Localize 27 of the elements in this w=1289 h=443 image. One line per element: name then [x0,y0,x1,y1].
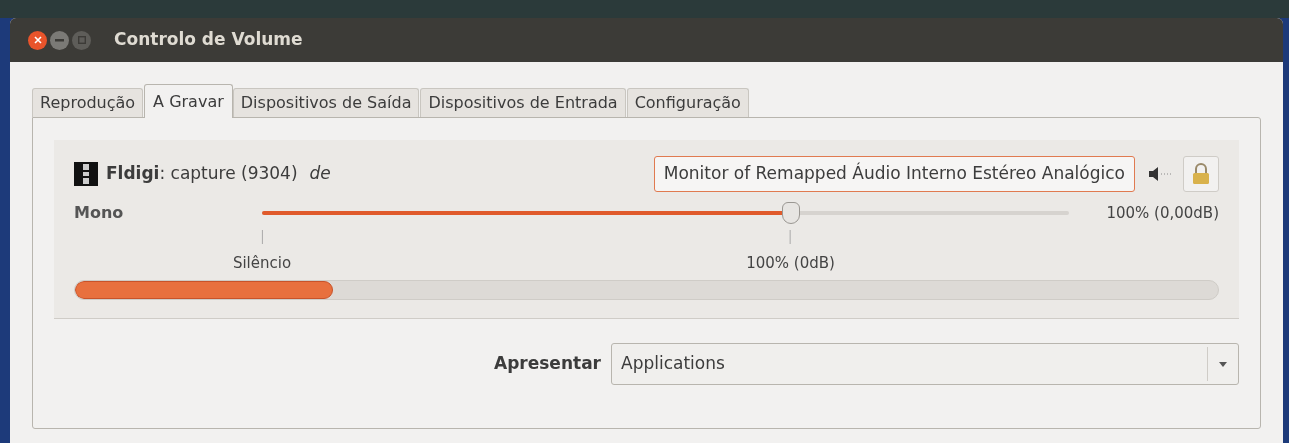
channel-label: Mono [74,202,125,224]
connector-label: de [309,162,331,186]
tab[interactable]: Reprodução [32,88,144,117]
speaker-icon [1148,165,1172,183]
tab[interactable]: Dispositivos de Entrada [420,88,626,117]
tab[interactable]: Dispositivos de Saída [232,88,420,117]
scale-mark-label: Silêncio [232,253,292,274]
tab[interactable]: A Gravar [144,84,233,118]
tab[interactable]: Configuração [626,88,749,117]
padlock-icon [1192,163,1210,185]
stream-name: Fldigi: capture (9304) [106,162,298,186]
device-selector[interactable]: Monitor of Remapped Áudio Interno Estéreo Analógico [653,156,1135,192]
volume-slider[interactable] [262,201,1069,225]
show-dropdown[interactable]: Applications [611,343,1239,385]
close-button[interactable] [28,30,47,50]
minimize-icon [55,38,64,42]
show-label: Apresentar [494,352,601,376]
maximize-icon [77,36,86,44]
lock-button[interactable] [1183,156,1219,192]
slider-thumb[interactable] [781,202,800,224]
maximize-button[interactable] [72,30,91,50]
window-title: Controlo de Volume [114,28,303,52]
scale-mark-label: 100% (0dB) [746,253,835,274]
volume-reading: 100% (0,00dB) [1105,202,1219,224]
app-icon [74,162,98,186]
close-icon [33,36,42,44]
caret-icon [1219,361,1227,367]
